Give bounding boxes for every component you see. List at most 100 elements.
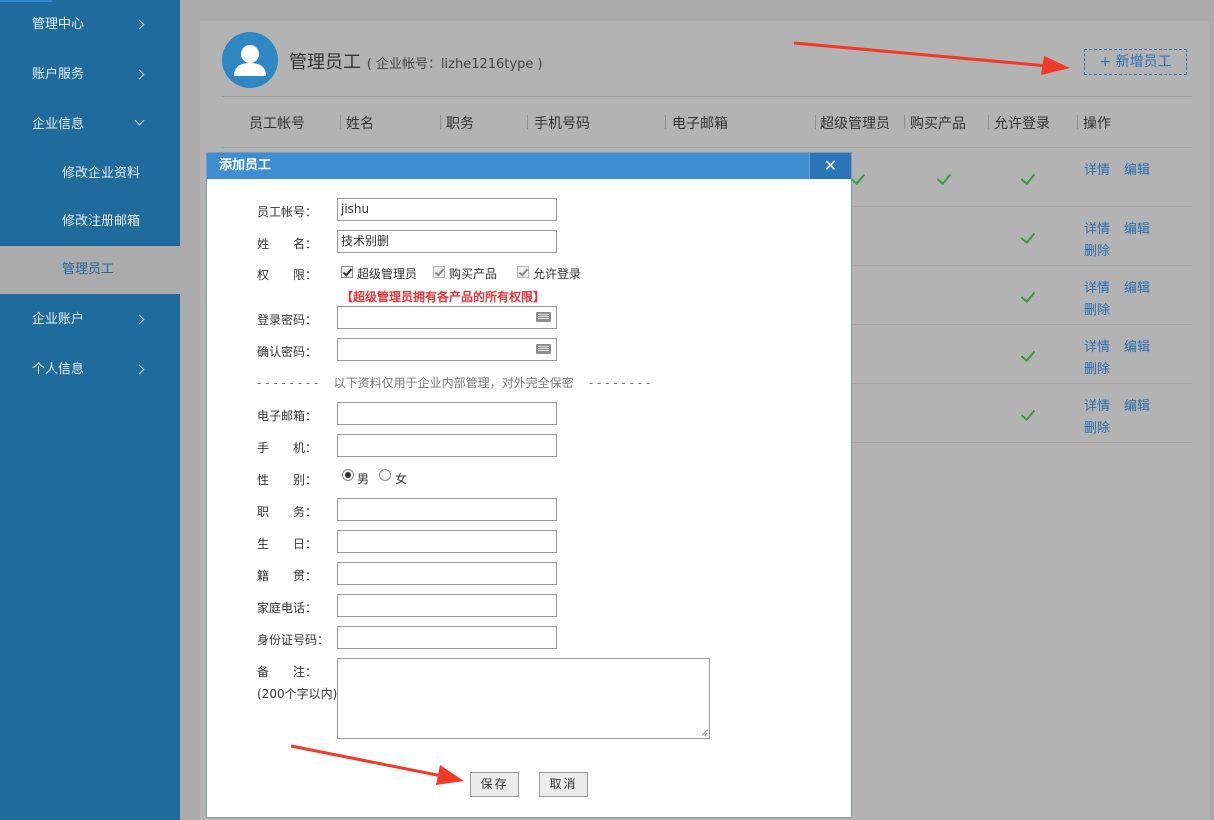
sidebar-subitem-label: 管理员工 bbox=[62, 262, 115, 277]
column-separator bbox=[988, 115, 989, 129]
save-button[interactable]: 保存 bbox=[470, 772, 519, 797]
check-icon bbox=[937, 173, 953, 183]
gender-female-radio[interactable] bbox=[379, 469, 391, 481]
edit-link[interactable]: 编辑 bbox=[1124, 277, 1150, 296]
cancel-button[interactable]: 取消 bbox=[539, 772, 588, 797]
remark-textarea[interactable] bbox=[337, 658, 710, 739]
gender-female-label: 女 bbox=[395, 472, 408, 486]
sidebar-item-management-center[interactable]: 管理中心 bbox=[0, 0, 180, 50]
id-number-label: 身份证号码： bbox=[257, 633, 330, 647]
id-number-input[interactable] bbox=[337, 626, 557, 649]
email-label: 电子邮箱： bbox=[257, 409, 318, 423]
check-icon bbox=[1021, 291, 1037, 301]
column-header-position: 职务 bbox=[446, 116, 474, 132]
delete-link[interactable]: 删除 bbox=[1084, 240, 1110, 259]
column-header-mobile: 手机号码 bbox=[534, 116, 590, 132]
close-icon[interactable]: ✕ bbox=[809, 153, 851, 179]
column-separator bbox=[340, 115, 341, 129]
gender-label: 性 别： bbox=[257, 473, 318, 487]
sidebar-item-label: 账户服务 bbox=[32, 67, 85, 82]
chevron-right-icon bbox=[136, 345, 148, 395]
delete-link[interactable]: 删除 bbox=[1084, 417, 1110, 436]
remark-hint: (200个字以内) bbox=[257, 687, 338, 701]
resize-grip-icon[interactable] bbox=[700, 729, 708, 737]
edit-link[interactable]: 编辑 bbox=[1124, 159, 1150, 178]
mobile-label: 手 机： bbox=[257, 441, 318, 455]
column-header-super-admin: 超级管理员 bbox=[820, 116, 890, 132]
allow-login-checkbox[interactable] bbox=[517, 266, 529, 278]
add-staff-dialog: 添加员工 ✕ 员工帐号： jishu 姓 名： 技术别删 权 限： 超级管理员 … bbox=[206, 152, 852, 818]
gender-male-radio[interactable] bbox=[342, 469, 354, 481]
sidebar-item-label: 个人信息 bbox=[32, 362, 85, 377]
detail-link[interactable]: 详情 bbox=[1084, 218, 1110, 237]
column-header-name: 姓名 bbox=[346, 116, 374, 132]
remark-label: 备 注： bbox=[257, 665, 318, 679]
detail-link[interactable]: 详情 bbox=[1084, 395, 1110, 414]
account-input[interactable]: jishu bbox=[337, 198, 557, 221]
column-separator bbox=[527, 115, 528, 129]
keyboard-icon[interactable] bbox=[536, 344, 551, 354]
position-label: 职 务： bbox=[257, 505, 318, 519]
column-header-actions: 操作 bbox=[1083, 116, 1111, 132]
page-title-text: 管理员工 bbox=[289, 52, 361, 73]
chevron-down-icon bbox=[136, 100, 148, 150]
keyboard-icon[interactable] bbox=[536, 312, 551, 322]
chevron-right-icon bbox=[136, 50, 148, 100]
gender-male-label: 男 bbox=[357, 472, 370, 486]
delete-link[interactable]: 删除 bbox=[1084, 299, 1110, 318]
home-phone-label: 家庭电话： bbox=[257, 601, 318, 615]
super-admin-label: 超级管理员 bbox=[357, 267, 418, 281]
detail-link[interactable]: 详情 bbox=[1084, 159, 1110, 178]
buy-product-checkbox[interactable] bbox=[433, 266, 445, 278]
user-avatar-icon bbox=[234, 45, 266, 76]
check-icon bbox=[1021, 409, 1037, 419]
column-separator bbox=[440, 115, 441, 129]
name-label: 姓 名： bbox=[257, 237, 318, 251]
sidebar-subitem-edit-email[interactable]: 修改注册邮箱 bbox=[0, 198, 180, 246]
native-place-input[interactable] bbox=[337, 562, 557, 585]
chevron-right-icon bbox=[136, 0, 148, 50]
sidebar-subitem-label: 修改注册邮箱 bbox=[62, 214, 141, 229]
detail-link[interactable]: 详情 bbox=[1084, 277, 1110, 296]
sidebar-item-company-info[interactable]: 企业信息 bbox=[0, 100, 180, 150]
home-phone-input[interactable] bbox=[337, 594, 557, 617]
company-account-text: ( 企业帐号：lizhe1216type ) bbox=[366, 57, 543, 72]
sidebar-item-company-account[interactable]: 企业账户 bbox=[0, 295, 180, 345]
column-header-allow-login: 允许登录 bbox=[994, 116, 1050, 132]
dialog-title: 添加员工 bbox=[207, 153, 851, 179]
password-input[interactable] bbox=[337, 306, 557, 329]
page-title: 管理员工 ( 企业帐号：lizhe1216type ) bbox=[289, 48, 543, 74]
edit-link[interactable]: 编辑 bbox=[1124, 395, 1150, 414]
account-label: 员工帐号： bbox=[257, 205, 318, 219]
permission-label: 权 限： bbox=[257, 268, 318, 282]
edit-link[interactable]: 编辑 bbox=[1124, 336, 1150, 355]
sidebar-subitem-edit-company[interactable]: 修改企业资料 bbox=[0, 150, 180, 198]
check-icon bbox=[1021, 173, 1037, 183]
avatar bbox=[222, 32, 278, 88]
column-header-buy-product: 购买产品 bbox=[910, 116, 966, 132]
sidebar-item-account-service[interactable]: 账户服务 bbox=[0, 50, 180, 100]
column-separator bbox=[1077, 115, 1078, 129]
birthday-input[interactable] bbox=[337, 530, 557, 553]
sidebar-item-personal-info[interactable]: 个人信息 bbox=[0, 345, 180, 395]
permission-warning: 【超级管理员拥有各产品的所有权限】 bbox=[341, 290, 546, 304]
detail-link[interactable]: 详情 bbox=[1084, 336, 1110, 355]
divider bbox=[222, 96, 1192, 97]
super-admin-checkbox[interactable] bbox=[341, 266, 353, 278]
mobile-input[interactable] bbox=[337, 434, 557, 457]
edit-link[interactable]: 编辑 bbox=[1124, 218, 1150, 237]
column-header-account: 员工帐号 bbox=[249, 116, 305, 132]
sidebar-subitem-manage-staff[interactable]: 管理员工 bbox=[0, 246, 180, 294]
delete-link[interactable]: 删除 bbox=[1084, 358, 1110, 377]
sidebar-subitem-label: 修改企业资料 bbox=[62, 166, 141, 181]
email-input[interactable] bbox=[337, 402, 557, 425]
confirm-password-input[interactable] bbox=[337, 338, 557, 361]
birthday-label: 生 日： bbox=[257, 537, 318, 551]
position-input[interactable] bbox=[337, 498, 557, 521]
allow-login-label: 允许登录 bbox=[533, 267, 582, 281]
add-staff-button[interactable]: + 新增员工 bbox=[1084, 49, 1187, 75]
name-input[interactable]: 技术别删 bbox=[337, 230, 557, 253]
privacy-separator: - - - - - - - - 以下资料仅用于企业内部管理，对外完全保密 - -… bbox=[257, 376, 651, 390]
sidebar-item-label: 企业账户 bbox=[32, 312, 85, 327]
buy-product-label: 购买产品 bbox=[449, 267, 498, 281]
